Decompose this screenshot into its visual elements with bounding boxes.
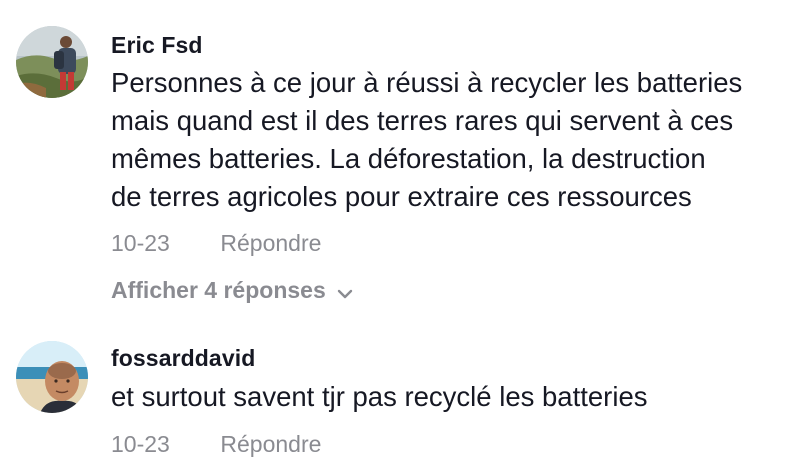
comment-text: et surtout savent tjr pas recyclé les ba… bbox=[111, 378, 791, 416]
comment-username[interactable]: Eric Fsd bbox=[111, 32, 203, 59]
avatar-photo-beach bbox=[16, 341, 88, 413]
avatar-photo-hiker bbox=[16, 26, 88, 98]
comment-text-line: et surtout savent tjr pas recyclé les ba… bbox=[111, 381, 648, 412]
comment-item: fossarddavid et surtout savent tjr pas r… bbox=[0, 335, 810, 476]
view-replies-label: Afficher 4 réponses bbox=[111, 277, 326, 303]
comment-meta: 10-23 Répondre bbox=[111, 230, 321, 257]
comment-text-line: Personnes à ce jour à réussi à recycler … bbox=[111, 67, 743, 98]
avatar[interactable] bbox=[16, 341, 88, 413]
reply-button[interactable]: Répondre bbox=[220, 431, 321, 458]
comment-meta: 10-23 Répondre bbox=[111, 431, 321, 458]
comment-text-line: mais quand est il des terres rares qui s… bbox=[111, 105, 734, 136]
comment-text: Personnes à ce jour à réussi à recycler … bbox=[111, 64, 791, 216]
chevron-down-icon bbox=[336, 282, 354, 300]
comment-text-line: de terres agricoles pour extraire ces re… bbox=[111, 181, 692, 212]
reply-button[interactable]: Répondre bbox=[220, 230, 321, 257]
avatar[interactable] bbox=[16, 26, 88, 98]
comment-text-line: mêmes batteries. La déforestation, la de… bbox=[111, 143, 706, 174]
comment-username[interactable]: fossarddavid bbox=[111, 345, 255, 372]
comment-date: 10-23 bbox=[111, 431, 170, 457]
comment-date: 10-23 bbox=[111, 230, 170, 256]
view-replies-button[interactable]: Afficher 4 réponses bbox=[111, 277, 354, 304]
comment-item: Eric Fsd Personnes à ce jour à réussi à … bbox=[0, 0, 810, 330]
